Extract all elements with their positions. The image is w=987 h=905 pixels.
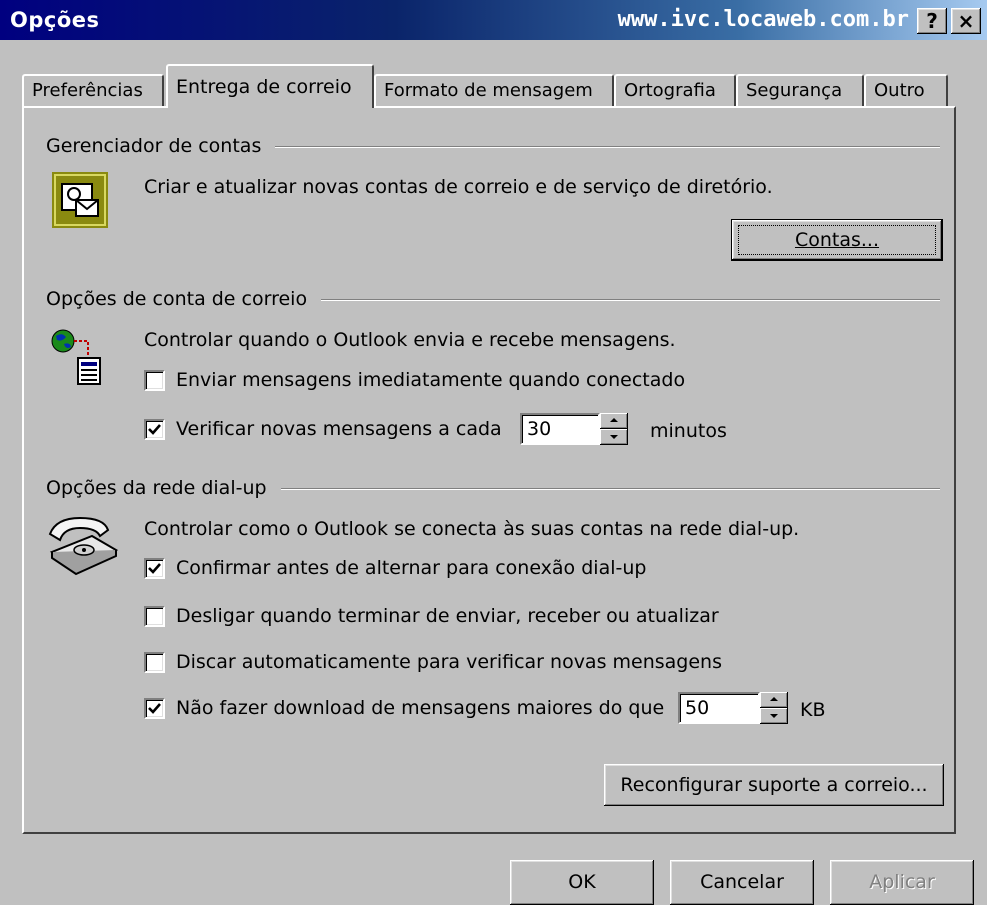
check-every-unit: minutos: [650, 420, 727, 442]
window-title: Opções: [10, 8, 100, 32]
tab-label: Formato de mensagem: [384, 80, 593, 101]
max-size-input[interactable]: 50: [678, 692, 760, 724]
max-size-spinner[interactable]: [760, 692, 788, 724]
tab-formato-de-mensagem[interactable]: Formato de mensagem: [374, 74, 614, 106]
no-download-label: Não fazer download de mensagens maiores …: [176, 697, 665, 719]
help-button[interactable]: ?: [917, 8, 947, 34]
dialup-description: Controlar como o Outlook se conecta às s…: [144, 518, 800, 540]
accounts-group-title: Gerenciador de contas: [46, 135, 276, 157]
apply-button-label: Aplicar: [869, 871, 935, 893]
spin-down-button[interactable]: [760, 708, 788, 724]
spin-down-button[interactable]: [600, 429, 628, 445]
confirm-dialup-checkbox[interactable]: [144, 558, 165, 579]
check-every-input[interactable]: 30: [520, 413, 600, 445]
tab-seguranca[interactable]: Segurança: [736, 74, 864, 106]
account-manager-icon: [52, 172, 108, 228]
check-every-checkbox[interactable]: [144, 419, 165, 440]
check-every-spinner[interactable]: [600, 413, 628, 445]
accounts-button[interactable]: Contas...: [732, 220, 942, 260]
tab-label: Outro: [874, 80, 925, 101]
hangup-checkbox[interactable]: [144, 606, 165, 627]
tab-label: Preferências: [32, 80, 143, 101]
max-size-unit: KB: [800, 699, 826, 721]
close-button[interactable]: ×: [951, 8, 981, 34]
send-immediately-checkbox[interactable]: [144, 370, 165, 391]
reconfigure-button[interactable]: Reconfigurar suporte a correio...: [604, 764, 944, 806]
reconfigure-button-label: Reconfigurar suporte a correio...: [620, 774, 928, 796]
dialup-group-title: Opções da rede dial-up: [46, 477, 281, 499]
title-bar[interactable]: Opções www.ivc.locaweb.com.br ? ×: [0, 0, 987, 40]
checkmark-icon: [148, 563, 161, 574]
tab-ortografia[interactable]: Ortografia: [614, 74, 736, 106]
check-every-label: Verificar novas mensagens a cada: [176, 418, 502, 440]
tab-label: Ortografia: [624, 80, 716, 101]
apply-button[interactable]: Aplicar: [830, 860, 974, 905]
mail-options-group-title: Opções de conta de correio: [46, 288, 322, 310]
tab-entrega-de-correio[interactable]: Entrega de correio: [166, 64, 374, 108]
autodial-label: Discar automaticamente para verificar no…: [176, 651, 722, 673]
tab-label: Entrega de correio: [176, 76, 352, 98]
send-immediately-label: Enviar mensagens imediatamente quando co…: [176, 369, 686, 391]
tab-outro[interactable]: Outro: [864, 74, 948, 106]
telephone-icon: [48, 516, 119, 576]
checkmark-icon: [148, 703, 161, 714]
tab-preferencias[interactable]: Preferências: [22, 74, 164, 106]
spin-up-button[interactable]: [760, 692, 788, 708]
globe-send-receive-icon: [51, 329, 101, 385]
checkmark-icon: [148, 424, 161, 435]
hangup-label: Desligar quando terminar de enviar, rece…: [176, 605, 719, 627]
accounts-description: Criar e atualizar novas contas de correi…: [144, 176, 773, 198]
window-url: www.ivc.locaweb.com.br: [617, 7, 909, 32]
ok-button-label: OK: [568, 871, 596, 893]
confirm-dialup-label: Confirmar antes de alternar para conexão…: [176, 557, 647, 579]
focus-ring: [738, 225, 936, 255]
autodial-checkbox[interactable]: [144, 652, 165, 673]
no-download-checkbox[interactable]: [144, 698, 165, 719]
ok-button[interactable]: OK: [510, 860, 654, 905]
tab-panel: [22, 106, 956, 834]
cancel-button[interactable]: Cancelar: [670, 860, 814, 905]
cancel-button-label: Cancelar: [700, 871, 784, 893]
mail-options-description: Controlar quando o Outlook envia e receb…: [144, 329, 676, 351]
tab-label: Segurança: [746, 80, 843, 101]
spin-up-button[interactable]: [600, 413, 628, 429]
